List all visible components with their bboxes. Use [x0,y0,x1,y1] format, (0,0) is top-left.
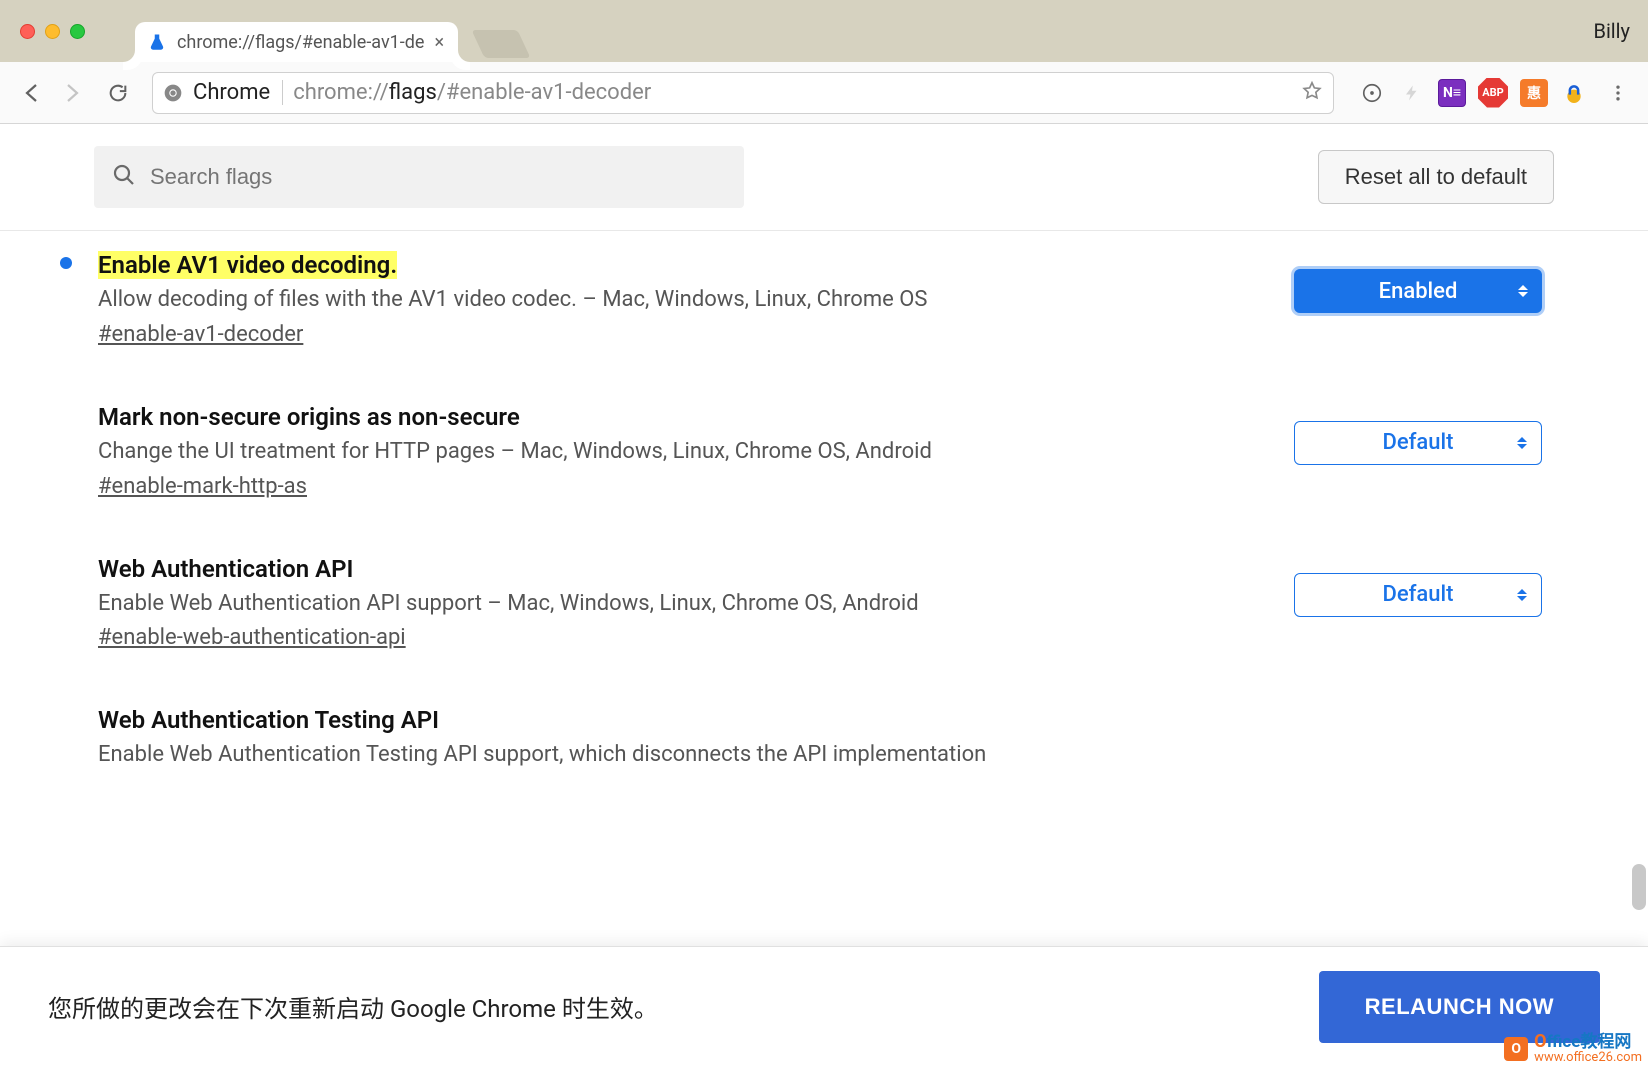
modified-dot-icon [60,257,72,269]
minimize-window-button[interactable] [45,24,60,39]
watermark: O Office教程网 www.office26.com [1504,1033,1642,1064]
select-caret-icon [1517,589,1527,601]
browser-toolbar: Chrome chrome://flags/#enable-av1-decode… [0,62,1648,124]
flag-modified-indicator-col [60,403,90,499]
extension-lock-icon[interactable] [1560,79,1588,107]
flag-title: Enable AV1 video decoding. [98,251,397,279]
close-window-button[interactable] [20,24,35,39]
flag-description: Enable Web Authentication API support – … [98,589,1286,620]
extension-hui-icon[interactable]: 惠 [1520,79,1548,107]
flag-body: Web Authentication Testing API Enable Web… [98,706,1286,771]
flag-anchor-link[interactable]: #enable-av1-decoder [98,322,303,347]
browser-tab-active[interactable]: chrome://flags/#enable-av1-de × [135,22,458,62]
flags-search-input[interactable] [150,164,726,190]
flag-select-value: Default [1383,582,1454,607]
back-button[interactable] [12,75,48,111]
url-text: chrome://flags/#enable-av1-decoder [293,80,651,105]
extension-pagemark-icon[interactable] [1358,79,1386,107]
flask-icon [147,32,167,52]
watermark-icon: O [1504,1037,1528,1061]
forward-button[interactable] [56,75,92,111]
watermark-brand-rest: ffice教程网 [1547,1032,1632,1052]
flag-select[interactable]: Enabled [1294,269,1542,313]
scrollbar-thumb[interactable] [1632,864,1646,910]
flag-modified-indicator-col [60,251,90,347]
browser-menu-button[interactable] [1600,75,1636,111]
extension-icons: N≡ ABP 惠 [1358,75,1636,111]
flag-item: Enable AV1 video decoding. Allow decoding… [60,239,1554,391]
chrome-icon [163,83,183,103]
flag-control: Default [1294,555,1554,651]
flag-item: Web Authentication Testing API Enable Web… [60,694,1554,815]
url-prefix: chrome:// [293,80,388,105]
flag-control [1294,706,1554,771]
flag-description: Enable Web Authentication Testing API su… [98,740,1286,771]
flag-body: Mark non-secure origins as non-secure Cha… [98,403,1286,499]
watermark-url: www.office26.com [1534,1051,1642,1064]
flag-item: Mark non-secure origins as non-secure Cha… [60,391,1554,543]
maximize-window-button[interactable] [70,24,85,39]
flag-control: Enabled [1294,251,1554,347]
flag-description: Change the UI treatment for HTTP pages –… [98,437,1286,468]
tab-close-button[interactable]: × [434,32,444,53]
tab-strip: chrome://flags/#enable-av1-de × [135,22,524,62]
flag-select[interactable]: Default [1294,573,1542,617]
flag-modified-indicator-col [60,555,90,651]
flag-body: Web Authentication API Enable Web Authent… [98,555,1286,651]
flags-list: Enable AV1 video decoding. Allow decoding… [0,231,1648,815]
watermark-text: Office教程网 www.office26.com [1534,1033,1642,1064]
flag-item: Web Authentication API Enable Web Authent… [60,543,1554,695]
select-caret-icon [1518,285,1528,297]
relaunch-bar: 您所做的更改会在下次重新启动 Google Chrome 时生效。 RELAUN… [0,946,1648,1066]
url-scheme-label: Chrome [193,80,283,105]
flag-title: Mark non-secure origins as non-secure [98,403,520,431]
url-path: /#enable-av1-decoder [437,80,651,105]
flag-select-value: Default [1383,430,1454,455]
new-tab-button[interactable] [472,30,531,58]
extension-onenote-icon[interactable]: N≡ [1438,79,1466,107]
flag-select[interactable]: Default [1294,421,1542,465]
page-content: Reset all to default Enable AV1 video de… [0,124,1648,1066]
flag-anchor-link[interactable]: #enable-mark-http-as [98,474,307,499]
reload-button[interactable] [100,75,136,111]
watermark-brand-first: O [1534,1031,1546,1052]
search-icon [112,163,136,191]
relaunch-message: 您所做的更改会在下次重新启动 Google Chrome 时生效。 [48,989,658,1024]
extension-adblock-icon[interactable]: ABP [1478,78,1508,108]
flag-modified-indicator-col [60,706,90,771]
url-host: flags [389,80,437,105]
window-controls [20,24,85,39]
flag-title: Web Authentication Testing API [98,706,439,734]
window-titlebar: chrome://flags/#enable-av1-de × Billy [0,0,1648,62]
flag-title: Web Authentication API [98,555,353,583]
reset-all-button[interactable]: Reset all to default [1318,150,1554,204]
flag-anchor-link[interactable]: #enable-web-authentication-api [98,625,406,650]
tab-title: chrome://flags/#enable-av1-de [177,32,424,53]
flags-search-box[interactable] [94,146,744,208]
flag-body: Enable AV1 video decoding. Allow decoding… [98,251,1286,347]
flag-control: Default [1294,403,1554,499]
address-bar[interactable]: Chrome chrome://flags/#enable-av1-decode… [152,72,1334,114]
bookmark-star-icon[interactable] [1301,80,1323,106]
profile-name[interactable]: Billy [1593,19,1636,43]
select-caret-icon [1517,437,1527,449]
flag-description: Allow decoding of files with the AV1 vid… [98,285,1286,316]
flags-header: Reset all to default [0,124,1648,231]
extension-bolt-icon[interactable] [1398,79,1426,107]
flag-select-value: Enabled [1379,279,1458,304]
